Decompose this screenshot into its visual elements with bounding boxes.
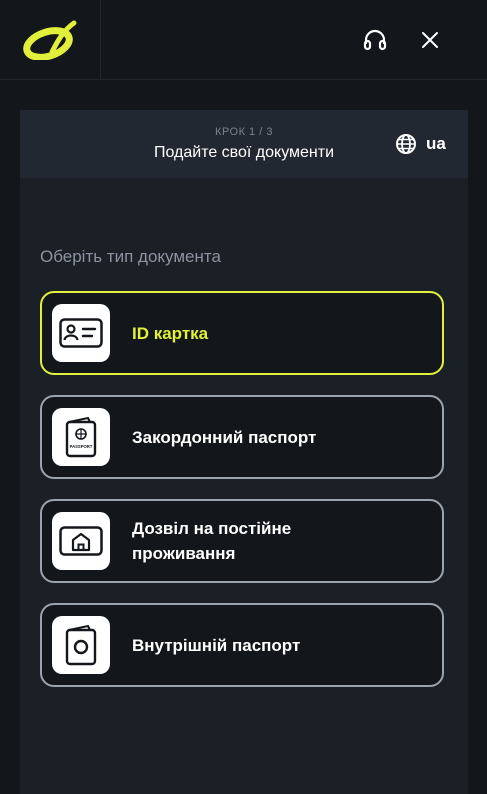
id-card-icon	[59, 318, 103, 348]
doc-icon-box	[52, 616, 110, 674]
doc-icon-box	[52, 512, 110, 570]
international-passport-icon: PASSPORT	[65, 416, 97, 458]
document-option-internal-passport[interactable]: Внутрішній паспорт	[40, 603, 444, 687]
support-button[interactable]	[359, 22, 391, 58]
doc-icon-box: PASSPORT	[52, 408, 110, 466]
document-option-residence-permit[interactable]: Дозвіл на постійне проживання	[40, 499, 444, 583]
residence-permit-icon	[59, 526, 103, 556]
internal-passport-icon	[65, 624, 97, 666]
document-option-label: Внутрішній паспорт	[132, 635, 301, 655]
verification-panel: КРОК 1 / 3 Подайте свої документи ua Обе…	[20, 110, 468, 794]
document-option-international-passport[interactable]: PASSPORT Закордонний паспорт	[40, 395, 444, 479]
logo	[0, 0, 101, 79]
top-bar	[0, 0, 487, 80]
document-option-label: ID картка	[132, 323, 209, 343]
close-icon	[422, 32, 438, 48]
logo-icon	[23, 20, 77, 60]
document-option-label: Дозвіл на постійне проживання	[132, 519, 292, 563]
headset-icon	[363, 29, 387, 51]
globe-icon	[396, 134, 416, 154]
document-option-id-card[interactable]: ID картка	[40, 291, 444, 375]
doc-icon-box	[52, 304, 110, 362]
close-button[interactable]	[414, 22, 446, 58]
passport-icon-text: PASSPORT	[70, 444, 93, 449]
section-title: Оберіть тип документа	[40, 247, 221, 266]
language-value: ua	[426, 134, 446, 153]
language-selector[interactable]: ua	[395, 132, 446, 156]
document-option-label: Закордонний паспорт	[132, 427, 317, 447]
step-header: КРОК 1 / 3 Подайте свої документи ua	[20, 110, 468, 178]
